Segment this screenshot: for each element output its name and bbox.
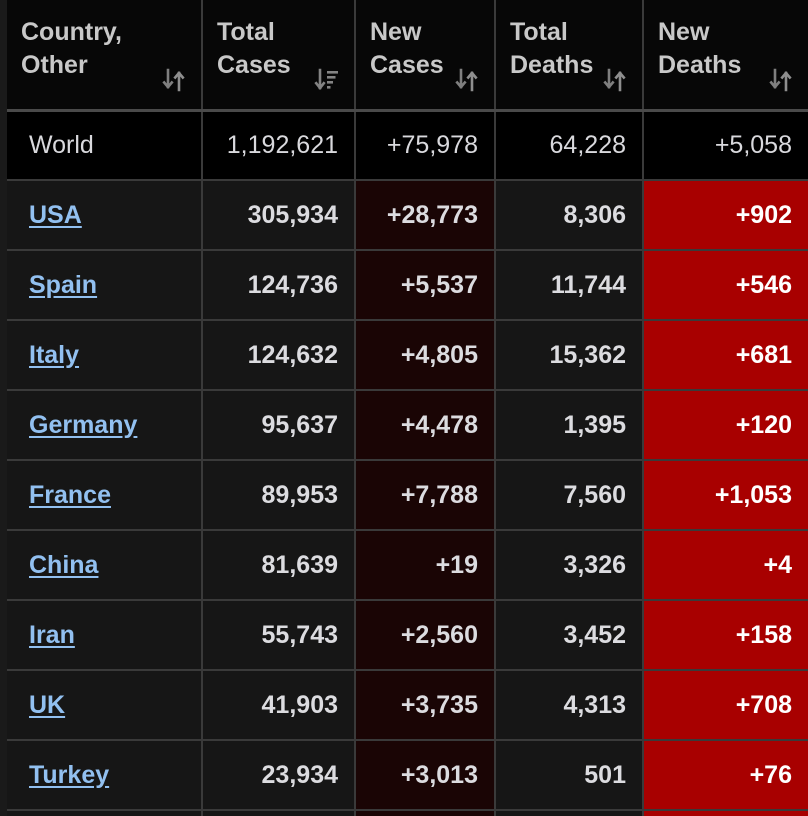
cell-new-deaths: +902	[643, 180, 808, 251]
cell-total-cases: 1,192,621	[202, 110, 356, 181]
cell-new-cases: +7,788	[355, 460, 496, 531]
cell-total-cases: 81,639	[202, 530, 356, 601]
cell-new-deaths: +76	[643, 740, 808, 811]
cell-new-deaths: +708	[643, 670, 808, 741]
cell-new-cases	[355, 810, 496, 816]
cell-total-deaths: 7,560	[495, 460, 644, 531]
table-row: Germany 95,637 +4,478 1,395 +120	[7, 390, 808, 461]
cell-total-deaths: 501	[495, 740, 644, 811]
cell-total-deaths: 1,395	[495, 390, 644, 461]
coronavirus-cases-table: Country, Other Total Cases New Cases Tot…	[7, 0, 808, 816]
country-link[interactable]: China	[29, 551, 98, 579]
table-row: USA 305,934 +28,773 8,306 +902	[7, 180, 808, 251]
cell-total-deaths: 8,306	[495, 180, 644, 251]
cell-country: Italy	[7, 320, 203, 391]
cell-new-deaths: +5,058	[643, 110, 808, 181]
cell-total-cases: 23,934	[202, 740, 356, 811]
country-link[interactable]: Turkey	[29, 761, 109, 789]
country-link[interactable]: Spain	[29, 271, 97, 299]
table-row: China 81,639 +19 3,326 +4	[7, 530, 808, 601]
cell-new-cases: +5,537	[355, 250, 496, 321]
cell-total-deaths: 15,362	[495, 320, 644, 391]
cell-new-deaths: +681	[643, 320, 808, 391]
cell-total-cases: 55,743	[202, 600, 356, 671]
cell-country: World	[7, 110, 203, 181]
cell-country: UK	[7, 670, 203, 741]
cell-total-cases: 124,736	[202, 250, 356, 321]
cell-new-deaths: +1,053	[643, 460, 808, 531]
cell-new-cases: +3,013	[355, 740, 496, 811]
cell-country: China	[7, 530, 203, 601]
cell-new-deaths: +546	[643, 250, 808, 321]
cell-new-cases: +3,735	[355, 670, 496, 741]
table-row: Italy 124,632 +4,805 15,362 +681	[7, 320, 808, 391]
table-row: UK 41,903 +3,735 4,313 +708	[7, 670, 808, 741]
country-link[interactable]: Italy	[29, 341, 79, 369]
cell-new-cases: +2,560	[355, 600, 496, 671]
sort-both-icon[interactable]	[161, 67, 187, 93]
country-link[interactable]: France	[29, 481, 111, 509]
table-header: Country, Other Total Cases New Cases Tot…	[7, 0, 808, 112]
sort-both-icon[interactable]	[602, 67, 628, 93]
country-link[interactable]: Germany	[29, 411, 137, 439]
table-row	[7, 810, 808, 816]
cell-new-deaths	[643, 810, 808, 816]
column-header-new-cases[interactable]: New Cases	[355, 0, 496, 112]
cell-total-deaths: 3,452	[495, 600, 644, 671]
cell-country: USA	[7, 180, 203, 251]
sort-both-icon[interactable]	[454, 67, 480, 93]
country-link[interactable]: Iran	[29, 621, 75, 649]
cell-new-cases: +4,478	[355, 390, 496, 461]
table-row: Iran 55,743 +2,560 3,452 +158	[7, 600, 808, 671]
cell-country: Spain	[7, 250, 203, 321]
cell-total-cases: 305,934	[202, 180, 356, 251]
column-header-new-deaths[interactable]: New Deaths	[643, 0, 808, 112]
table-row: Spain 124,736 +5,537 11,744 +546	[7, 250, 808, 321]
column-header-total-cases[interactable]: Total Cases	[202, 0, 356, 112]
cell-country: Germany	[7, 390, 203, 461]
cell-total-deaths: 11,744	[495, 250, 644, 321]
cell-country: Iran	[7, 600, 203, 671]
cell-new-deaths: +120	[643, 390, 808, 461]
cell-total-deaths	[495, 810, 644, 816]
covid-stats-page: Country, Other Total Cases New Cases Tot…	[0, 0, 808, 816]
column-header-total-deaths[interactable]: Total Deaths	[495, 0, 644, 112]
cell-country: France	[7, 460, 203, 531]
cell-total-deaths: 64,228	[495, 110, 644, 181]
table-row: Turkey 23,934 +3,013 501 +76	[7, 740, 808, 811]
cell-total-cases: 124,632	[202, 320, 356, 391]
cell-total-cases: 89,953	[202, 460, 356, 531]
table-body: World 1,192,621 +75,978 64,228 +5,058 USA 305,…	[7, 110, 808, 816]
cell-total-cases	[202, 810, 356, 816]
table-row: France 89,953 +7,788 7,560 +1,053	[7, 460, 808, 531]
cell-new-deaths: +158	[643, 600, 808, 671]
cell-total-cases: 95,637	[202, 390, 356, 461]
country-name: World	[29, 130, 94, 159]
cell-new-deaths: +4	[643, 530, 808, 601]
cell-total-deaths: 3,326	[495, 530, 644, 601]
cell-new-cases: +75,978	[355, 110, 496, 181]
table-header-row: Country, Other Total Cases New Cases Tot…	[7, 0, 808, 112]
cell-total-cases: 41,903	[202, 670, 356, 741]
sort-amount-down-icon[interactable]	[314, 67, 340, 93]
column-header-country[interactable]: Country, Other	[7, 0, 203, 112]
cell-total-deaths: 4,313	[495, 670, 644, 741]
cell-country: Turkey	[7, 740, 203, 811]
cell-country	[7, 810, 203, 816]
country-link[interactable]: UK	[29, 691, 65, 719]
cell-new-cases: +19	[355, 530, 496, 601]
cell-new-cases: +4,805	[355, 320, 496, 391]
table-row: World 1,192,621 +75,978 64,228 +5,058	[7, 110, 808, 181]
country-link[interactable]: USA	[29, 201, 82, 229]
sort-both-icon[interactable]	[768, 67, 794, 93]
cell-new-cases: +28,773	[355, 180, 496, 251]
